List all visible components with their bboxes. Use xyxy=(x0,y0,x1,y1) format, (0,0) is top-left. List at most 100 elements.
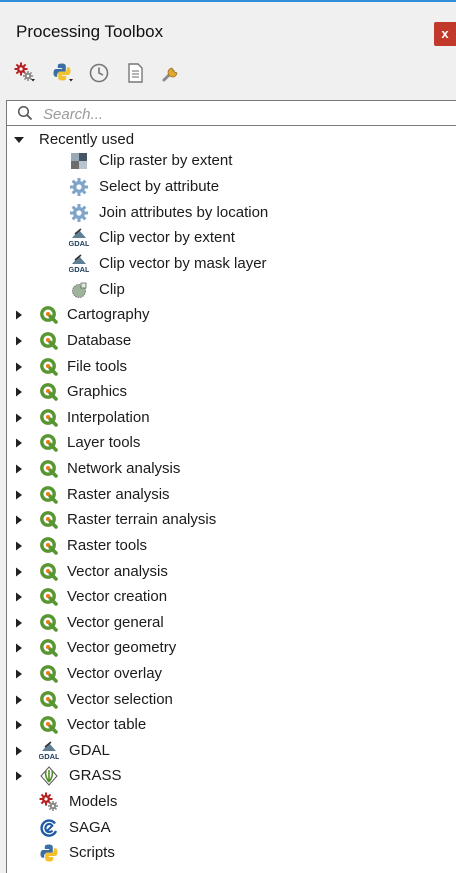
close-button[interactable]: x xyxy=(434,22,456,46)
tree-item-label: Clip vector by extent xyxy=(99,229,235,246)
tree-provider-grass[interactable]: GRASS xyxy=(7,764,447,789)
processing-toolbox-panel: Processing Toolbox x Search... Recently … xyxy=(0,0,456,873)
tree-item-label: Clip raster by extent xyxy=(99,152,233,169)
chevron-right-icon[interactable] xyxy=(13,770,25,782)
chevron-right-icon[interactable] xyxy=(13,540,25,552)
qgis-icon xyxy=(39,664,58,683)
chevron-right-icon[interactable] xyxy=(13,335,25,347)
tree-group-label: Vector geometry xyxy=(67,639,177,656)
tree-item-clip-vector-by-mask-layer[interactable]: Clip vector by mask layer xyxy=(7,252,447,277)
qgis-icon xyxy=(39,382,58,401)
qgis-icon xyxy=(39,433,58,452)
tree-group-label: Recently used xyxy=(39,131,135,148)
tree-item-saga[interactable]: SAGA xyxy=(7,816,447,841)
chevron-right-icon[interactable] xyxy=(13,642,25,654)
tree-provider-label: GRASS xyxy=(69,767,122,784)
tree-item-models[interactable]: Models xyxy=(7,790,447,815)
options-icon[interactable] xyxy=(160,62,182,84)
tree-group-cartography[interactable]: Cartography xyxy=(7,303,447,328)
qgis-icon xyxy=(39,357,58,376)
chevron-right-icon[interactable] xyxy=(13,514,25,526)
qgis-icon xyxy=(39,305,58,324)
tree-item-scripts[interactable]: Scripts xyxy=(7,841,447,866)
tree-item-label: Clip vector by mask layer xyxy=(99,255,267,272)
tree-group-vector-analysis[interactable]: Vector analysis xyxy=(7,560,447,585)
tree-item-clip[interactable]: Clip xyxy=(7,278,447,303)
chevron-down-icon[interactable] xyxy=(13,134,25,146)
chevron-right-icon[interactable] xyxy=(13,309,25,321)
algorithm-tree: Recently used Clip raster by extent Sele… xyxy=(6,126,456,873)
tree-group-label: Database xyxy=(67,332,132,349)
tree-group-vector-table[interactable]: Vector table xyxy=(7,713,447,738)
tree-group-network-analysis[interactable]: Network analysis xyxy=(7,457,447,482)
chevron-right-icon[interactable] xyxy=(13,489,25,501)
qgis-icon xyxy=(39,510,58,529)
chevron-right-icon[interactable] xyxy=(13,361,25,373)
qgis-icon xyxy=(39,459,58,478)
search-input[interactable] xyxy=(41,103,445,125)
gear-icon xyxy=(70,204,88,222)
tree-group-label: Raster tools xyxy=(67,537,148,554)
toolbar xyxy=(0,52,456,94)
tree-group-raster-analysis[interactable]: Raster analysis xyxy=(7,483,447,508)
tree-item-label: SAGA xyxy=(69,819,111,836)
tree-group-file-tools[interactable]: File tools xyxy=(7,355,447,380)
search-icon xyxy=(17,105,33,121)
gdal-icon xyxy=(69,254,89,274)
chevron-right-icon[interactable] xyxy=(13,694,25,706)
chevron-right-icon[interactable] xyxy=(13,566,25,578)
tree-group-label: Layer tools xyxy=(67,434,141,451)
tree-group-label: File tools xyxy=(67,358,128,375)
grass-icon xyxy=(40,766,58,786)
qgis-icon xyxy=(39,715,58,734)
tree-item-label: Clip xyxy=(99,281,125,298)
tree-item-select-by-attribute[interactable]: Select by attribute xyxy=(7,175,447,200)
tree-item-clip-raster-by-extent[interactable]: Clip raster by extent xyxy=(7,149,447,174)
chevron-right-icon[interactable] xyxy=(13,617,25,629)
qgis-icon xyxy=(39,613,58,632)
chevron-right-icon[interactable] xyxy=(13,745,25,757)
tree-item-label: Scripts xyxy=(69,844,115,861)
tree-group-raster-terrain-analysis[interactable]: Raster terrain analysis xyxy=(7,508,447,533)
models-icon[interactable] xyxy=(14,62,36,84)
tree-group-label: Raster terrain analysis xyxy=(67,511,217,528)
search-box xyxy=(6,100,456,126)
chevron-right-icon[interactable] xyxy=(13,437,25,449)
tree-item-label: Join attributes by location xyxy=(99,204,269,221)
gdal-icon xyxy=(69,228,89,248)
tree-group-graphics[interactable]: Graphics xyxy=(7,380,447,405)
tree-group-database[interactable]: Database xyxy=(7,329,447,354)
tree-group-vector-geometry[interactable]: Vector geometry xyxy=(7,636,447,661)
tree-item-join-attributes-by-location[interactable]: Join attributes by location xyxy=(7,201,447,226)
chevron-right-icon[interactable] xyxy=(13,668,25,680)
tree-provider-gdal[interactable]: GDAL xyxy=(7,739,447,764)
tree-group-vector-general[interactable]: Vector general xyxy=(7,611,447,636)
tree-provider-label: GDAL xyxy=(69,742,110,759)
chevron-right-icon[interactable] xyxy=(13,386,25,398)
qgis-icon xyxy=(39,690,58,709)
gdal-icon xyxy=(39,741,59,761)
tree-group-vector-overlay[interactable]: Vector overlay xyxy=(7,662,447,687)
tree-group-label: Vector analysis xyxy=(67,563,168,580)
panel-title: Processing Toolbox xyxy=(16,22,164,41)
tree-item-clip-vector-by-extent[interactable]: Clip vector by extent xyxy=(7,226,447,251)
tree-group-vector-selection[interactable]: Vector selection xyxy=(7,688,447,713)
history-icon[interactable] xyxy=(88,62,110,84)
tree-group-layer-tools[interactable]: Layer tools xyxy=(7,431,447,456)
tree-group-label: Cartography xyxy=(67,306,150,323)
tree-group-label: Interpolation xyxy=(67,409,150,426)
raster-clip-icon xyxy=(71,153,87,169)
python-scripts-icon[interactable] xyxy=(52,62,74,84)
tree-group-vector-creation[interactable]: Vector creation xyxy=(7,585,447,610)
chevron-right-icon[interactable] xyxy=(13,591,25,603)
results-viewer-icon[interactable] xyxy=(124,62,146,84)
chevron-right-icon[interactable] xyxy=(13,412,25,424)
qgis-icon xyxy=(39,331,58,350)
qgis-icon xyxy=(39,638,58,657)
chevron-right-icon[interactable] xyxy=(13,463,25,475)
tree-group-label: Vector overlay xyxy=(67,665,163,682)
tree-group-label: Vector creation xyxy=(67,588,168,605)
tree-group-raster-tools[interactable]: Raster tools xyxy=(7,534,447,559)
chevron-right-icon[interactable] xyxy=(13,719,25,731)
tree-group-interpolation[interactable]: Interpolation xyxy=(7,406,447,431)
